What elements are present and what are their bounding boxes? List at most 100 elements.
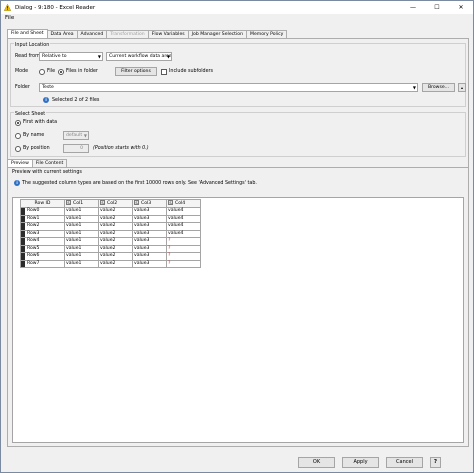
first-with-data-radio[interactable] — [15, 120, 21, 126]
table-row[interactable]: Row6 value1 value2 value3? — [20, 252, 201, 261]
menu-file[interactable]: File — [5, 15, 14, 21]
ok-button[interactable]: OK — [298, 457, 335, 468]
table-cell: value4 — [166, 207, 201, 216]
by-name-radio[interactable] — [15, 133, 21, 139]
cancel-button[interactable]: Cancel — [386, 457, 423, 468]
mode-folder-radio[interactable] — [58, 69, 64, 75]
table-row[interactable]: Row3 value1 value2 value3 value4 — [20, 229, 201, 238]
tab-data-area[interactable]: Data Area — [46, 30, 78, 38]
mode-file-radio[interactable] — [39, 69, 45, 75]
select-sheet-title: Select Sheet — [14, 112, 47, 117]
table-cell: value2 — [98, 222, 133, 231]
row-id-cell: Row6 — [20, 252, 65, 261]
minimize-button[interactable]: — — [401, 1, 425, 14]
flow-variable-button[interactable]: ▴ — [458, 83, 466, 92]
column-header[interactable]: Row ID — [20, 199, 65, 208]
read-from-select[interactable]: Relative to ▼ — [39, 52, 103, 61]
tab-job-manager-selection[interactable]: Job Manager Selection — [187, 30, 247, 38]
table-cell: value4 — [166, 222, 201, 231]
tab-file-content[interactable]: File Content — [31, 159, 68, 167]
tab-bar: File and Sheet Data Area Advanced Transf… — [7, 29, 288, 38]
table-cell: value3 — [132, 252, 167, 261]
preview-panel: Preview with current settings i The sugg… — [7, 167, 469, 447]
table-cell: value1 — [64, 207, 99, 216]
table-cell: value1 — [64, 229, 99, 238]
column-name: Col4 — [175, 201, 186, 206]
sheet-position-spinner: 0 — [63, 144, 89, 153]
tab-preview[interactable]: Preview — [7, 159, 33, 167]
browse-button[interactable]: Browse... — [422, 83, 455, 92]
select-sheet-group: Select Sheet First with data By name def… — [10, 112, 466, 157]
by-position-label: By position — [23, 146, 50, 151]
input-location-group: Input Location Read from Relative to ▼ C… — [10, 43, 466, 107]
help-button[interactable]: ? — [430, 457, 441, 468]
first-with-data-label: First with data — [23, 120, 58, 125]
table-cell: value1 — [64, 252, 99, 261]
input-location-title: Input Location — [14, 43, 51, 48]
preview-table-area[interactable]: Row ID S Col1 S Col2 S Col3 S Col4 Row0 value… — [12, 197, 464, 443]
window-title: Dialog - 9:180 - Excel Reader — [15, 4, 96, 11]
table-cell: value2 — [98, 259, 133, 268]
row-id-cell: Row5 — [20, 244, 65, 253]
column-header[interactable]: S Col3 — [132, 199, 167, 208]
table-row[interactable]: Row2 value1 value2 value3 value4 — [20, 222, 201, 231]
column-header[interactable]: S Col1 — [64, 199, 99, 208]
row-id-cell: Row3 — [20, 229, 65, 238]
warning-icon — [4, 4, 11, 11]
table-row[interactable]: Row7 value1 value2 value3? — [20, 259, 201, 268]
table-cell: value3 — [132, 237, 167, 246]
table-row[interactable]: Row1 value1 value2 value3 value4 — [20, 214, 201, 223]
table-cell: value2 — [98, 237, 133, 246]
chevron-down-icon: ▼ — [97, 54, 101, 59]
folder-label: Folder — [15, 85, 30, 90]
preview-title: Preview with current settings — [12, 170, 82, 175]
column-header[interactable]: S Col2 — [98, 199, 133, 208]
row-id-cell: Row1 — [20, 214, 65, 223]
row-id-cell: Row7 — [20, 259, 65, 268]
selection-info: Selected 2 of 2 files — [52, 98, 100, 103]
table-cell: value1 — [64, 259, 99, 268]
table-cell: value3 — [132, 229, 167, 238]
table-row[interactable]: Row4 value1 value2 value3? — [20, 237, 201, 246]
table-cell: value4 — [166, 214, 201, 223]
close-button[interactable]: ✕ — [449, 1, 473, 14]
tab-flow-variables[interactable]: Flow Variables — [147, 30, 189, 38]
table-cell: ? — [166, 244, 201, 253]
table-cell: value1 — [64, 237, 99, 246]
tab-file-and-sheet[interactable]: File and Sheet — [7, 29, 48, 38]
apply-button[interactable]: Apply — [342, 457, 379, 468]
folder-value: Teste — [42, 85, 54, 90]
table-cell: value2 — [98, 214, 133, 223]
relative-to-select[interactable]: Current workflow data area ▼ — [106, 52, 172, 61]
include-subfolders-label: Include subfolders — [169, 69, 213, 74]
mode-label: Mode — [15, 69, 29, 74]
chevron-down-icon: ▼ — [166, 54, 170, 59]
table-cell: value2 — [98, 252, 133, 261]
tab-transformation: Transformation — [106, 30, 149, 38]
mode-folder-label: Files in folder — [66, 69, 98, 74]
tab-advanced[interactable]: Advanced — [76, 30, 108, 38]
include-subfolders-checkbox[interactable] — [161, 69, 167, 75]
table-row[interactable]: Row5 value1 value2 value3? — [20, 244, 201, 253]
relative-to-value: Current workflow data area — [109, 54, 172, 59]
string-type-icon: S — [100, 200, 105, 205]
title-bar: Dialog - 9:180 - Excel Reader — ☐ ✕ — [1, 1, 473, 14]
string-type-icon: S — [66, 200, 71, 205]
preview-tab-bar: Preview File Content — [7, 159, 68, 167]
table-cell: value1 — [64, 214, 99, 223]
filter-options-button[interactable]: Filter options — [115, 67, 157, 76]
info-icon: i — [14, 180, 20, 186]
folder-input[interactable]: Teste ▼ — [39, 83, 418, 92]
string-type-icon: S — [168, 200, 173, 205]
by-position-radio[interactable] — [15, 146, 21, 152]
tab-memory-policy[interactable]: Memory Policy — [245, 30, 288, 38]
by-name-label: By name — [23, 133, 45, 138]
table-row[interactable]: Row0 value1 value2 value3 value4 — [20, 207, 201, 216]
table-cell: ? — [166, 259, 201, 268]
dialog-window: Dialog - 9:180 - Excel Reader — ☐ ✕ File… — [0, 0, 474, 473]
preview-table: Row ID S Col1 S Col2 S Col3 S Col4 Row0 value… — [20, 199, 201, 268]
column-header[interactable]: S Col4 — [166, 199, 201, 208]
column-name: Col3 — [141, 201, 152, 206]
read-from-value: Relative to — [42, 54, 67, 59]
maximize-button[interactable]: ☐ — [425, 1, 449, 14]
